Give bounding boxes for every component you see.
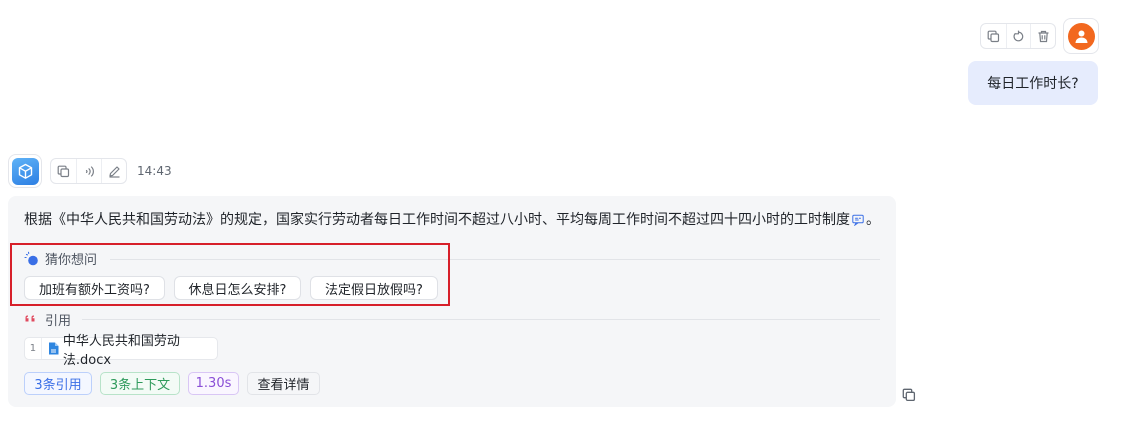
reference-title: 引用 bbox=[45, 314, 72, 329]
duration-label: 1.30s bbox=[195, 376, 232, 391]
context-tag[interactable]: 3条上下文 bbox=[100, 372, 180, 395]
suggested-question-1[interactable]: 加班有额外工资吗? bbox=[24, 276, 165, 300]
suggested-question-3[interactable]: 法定假日放假吗? bbox=[310, 276, 438, 300]
sparkle-icon bbox=[24, 251, 39, 266]
user-icon bbox=[1067, 22, 1095, 50]
trash-icon[interactable] bbox=[1030, 24, 1055, 48]
reference-item-1[interactable]: 1 中华人民共和国劳动法.docx bbox=[24, 334, 218, 368]
suggested-question-label: 休息日怎么安排? bbox=[188, 282, 287, 298]
bot-message-actions bbox=[50, 158, 127, 184]
bot-avatar bbox=[8, 154, 42, 188]
reference-section-title: 引用 bbox=[24, 310, 71, 329]
answer-end: 。 bbox=[866, 212, 880, 228]
guess-title: 猜你想问 bbox=[45, 253, 98, 268]
quote-icon bbox=[24, 312, 39, 327]
speaker-icon[interactable] bbox=[76, 159, 101, 183]
citations-tag[interactable]: 3条引用 bbox=[24, 372, 92, 395]
edit-icon[interactable] bbox=[101, 159, 126, 183]
user-message-text: 每日工作时长? bbox=[987, 76, 1079, 92]
copy-icon[interactable] bbox=[900, 386, 918, 404]
cube-icon bbox=[11, 157, 39, 185]
suggested-question-label: 加班有额外工资吗? bbox=[39, 282, 150, 298]
refresh-icon[interactable] bbox=[1005, 24, 1031, 48]
copy-icon[interactable] bbox=[51, 159, 76, 183]
guess-section-title: 猜你想问 bbox=[24, 249, 97, 268]
copy-icon[interactable] bbox=[981, 24, 1006, 48]
document-icon bbox=[48, 342, 59, 355]
duration-tag: 1.30s bbox=[188, 372, 239, 395]
answer-body: 根据《中华人民共和国劳动法》的规定，国家实行劳动者每日工作时间不超过八小时、平均… bbox=[24, 212, 850, 228]
suggested-question-label: 法定假日放假吗? bbox=[325, 282, 423, 298]
user-message-actions bbox=[980, 23, 1056, 49]
user-avatar bbox=[1063, 18, 1099, 54]
reference-divider bbox=[82, 319, 880, 320]
reference-name: 中华人民共和国劳动法.docx bbox=[62, 333, 180, 368]
citation-icon[interactable] bbox=[852, 214, 864, 230]
context-label: 3条上下文 bbox=[109, 378, 171, 393]
suggested-question-2[interactable]: 休息日怎么安排? bbox=[174, 276, 301, 300]
answer-text: 根据《中华人民共和国劳动法》的规定，国家实行劳动者每日工作时间不超过八小时、平均… bbox=[24, 209, 880, 230]
user-message-bubble: 每日工作时长? bbox=[968, 61, 1098, 105]
citations-label: 3条引用 bbox=[34, 378, 82, 393]
view-details-label: 查看详情 bbox=[257, 378, 310, 393]
view-details-button[interactable]: 查看详情 bbox=[247, 372, 320, 395]
guess-divider bbox=[110, 259, 880, 260]
reference-index: 1 bbox=[25, 338, 42, 359]
message-time: 14:43 bbox=[137, 164, 172, 178]
